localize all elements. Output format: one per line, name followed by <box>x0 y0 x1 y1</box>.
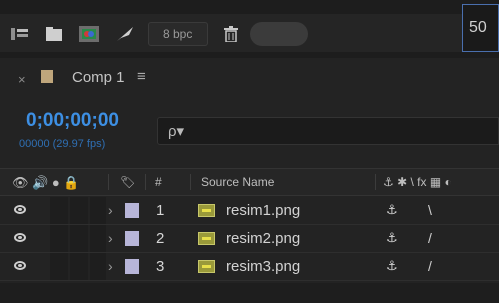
audio-switch-cell[interactable] <box>50 197 68 224</box>
shy-switch-icon[interactable]: ⚓ <box>386 230 398 246</box>
eye-icon[interactable] <box>14 261 26 270</box>
current-time-display[interactable]: 0;00;00;00 <box>26 110 119 132</box>
bpc-button[interactable]: 8 bpc <box>148 22 208 46</box>
layer-label-swatch[interactable] <box>125 259 139 274</box>
solo-switch-cell[interactable] <box>70 253 88 280</box>
top-toolbar: 8 bpc 50 <box>0 0 499 58</box>
layer-name[interactable]: resim3.png <box>226 258 300 275</box>
toolbar-pill-control[interactable] <box>250 22 308 46</box>
source-name-header[interactable]: Source Name <box>201 175 274 189</box>
lock-switch-cell[interactable] <box>90 225 106 252</box>
video-switch-cell[interactable] <box>0 225 44 252</box>
label-column-header[interactable]: 🏷 <box>120 175 135 189</box>
image-file-icon <box>198 260 215 273</box>
switches-header[interactable]: ⚓ ✱ \ fx ▦ ◐ <box>383 175 452 189</box>
number-column-header[interactable]: # <box>155 175 162 189</box>
close-icon[interactable]: × <box>18 72 26 87</box>
search-icon: ρ▾ <box>168 123 185 140</box>
audio-switch-cell[interactable] <box>50 253 68 280</box>
layer-number: 1 <box>156 202 165 219</box>
layer-number: 2 <box>156 230 165 247</box>
image-file-icon <box>198 204 215 217</box>
trash-icon[interactable] <box>222 24 240 44</box>
av-switches-header[interactable]: 👁 🔊 ● 🔒 <box>12 175 80 191</box>
video-switch-cell[interactable] <box>0 253 44 280</box>
layer-row[interactable]: › 2 resim2.png ⚓ / <box>0 225 499 253</box>
folder-icon[interactable] <box>44 24 64 44</box>
layer-search-input[interactable]: ρ▾ <box>157 117 499 145</box>
lock-switch-cell[interactable] <box>90 253 106 280</box>
eye-icon[interactable] <box>14 233 26 242</box>
video-switch-cell[interactable] <box>0 197 44 224</box>
panel-menu-icon[interactable]: ≡ <box>137 68 146 85</box>
chevron-right-icon[interactable]: › <box>108 202 113 218</box>
comp-color-swatch <box>41 70 53 83</box>
composition-icon[interactable] <box>78 24 100 44</box>
solo-switch-cell[interactable] <box>70 225 88 252</box>
frame-readout: 00000 (29.97 fps) <box>19 138 106 150</box>
flowchart-icon[interactable] <box>10 24 30 44</box>
shy-switch-icon[interactable]: ⚓ <box>386 258 398 274</box>
layer-name[interactable]: resim2.png <box>226 230 300 247</box>
timeline-empty-area[interactable] <box>0 283 499 303</box>
chevron-right-icon[interactable]: › <box>108 230 113 246</box>
layer-row[interactable]: › 3 resim3.png ⚓ / <box>0 253 499 281</box>
column-divider[interactable] <box>145 174 146 190</box>
column-divider[interactable] <box>375 174 376 190</box>
comp-tab-row: × Comp 1 ≡ <box>0 58 499 98</box>
layer-number: 3 <box>156 258 165 275</box>
column-divider[interactable] <box>108 174 109 190</box>
eye-icon[interactable] <box>14 205 26 214</box>
lock-switch-cell[interactable] <box>90 197 106 224</box>
chevron-right-icon[interactable]: › <box>108 258 113 274</box>
zoom-field[interactable]: 50 <box>462 4 499 52</box>
quality-switch-icon[interactable]: / <box>428 258 432 274</box>
column-divider[interactable] <box>190 174 191 190</box>
image-file-icon <box>198 232 215 245</box>
feather-icon[interactable] <box>114 24 136 44</box>
tab-comp-1[interactable]: Comp 1 <box>72 69 125 86</box>
layer-column-header: 👁 🔊 ● 🔒 🏷 # Source Name ⚓ ✱ \ fx ▦ ◐ <box>0 168 499 196</box>
audio-switch-cell[interactable] <box>50 225 68 252</box>
layer-row[interactable]: › 1 resim1.png ⚓ \ <box>0 197 499 225</box>
layer-label-swatch[interactable] <box>125 231 139 246</box>
shy-switch-icon[interactable]: ⚓ <box>386 202 398 218</box>
quality-switch-icon[interactable]: / <box>428 230 432 246</box>
quality-switch-icon[interactable]: \ <box>428 202 432 218</box>
solo-switch-cell[interactable] <box>70 197 88 224</box>
layer-name[interactable]: resim1.png <box>226 202 300 219</box>
layer-label-swatch[interactable] <box>125 203 139 218</box>
